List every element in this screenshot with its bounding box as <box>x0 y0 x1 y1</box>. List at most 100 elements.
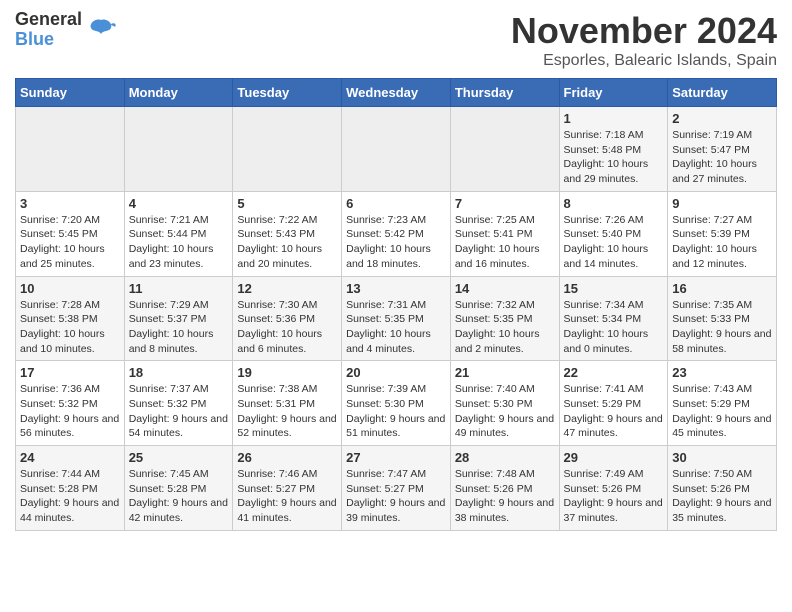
day-cell <box>342 107 451 192</box>
month-title: November 2024 <box>511 10 777 52</box>
day-cell: 15 Sunrise: 7:34 AM Sunset: 5:34 PM Dayli… <box>559 276 668 361</box>
day-cell: 21 Sunrise: 7:40 AM Sunset: 5:30 PM Dayli… <box>450 361 559 446</box>
day-number: 23 <box>672 365 772 380</box>
day-info: Sunrise: 7:32 AM Sunset: 5:35 PM Dayligh… <box>455 298 555 357</box>
day-cell: 25 Sunrise: 7:45 AM Sunset: 5:28 PM Dayli… <box>124 446 233 531</box>
day-number: 13 <box>346 281 446 296</box>
day-cell: 10 Sunrise: 7:28 AM Sunset: 5:38 PM Dayli… <box>16 276 125 361</box>
day-number: 1 <box>564 111 664 126</box>
day-cell: 16Sunrise: 7:35 AM Sunset: 5:33 PM Dayli… <box>668 276 777 361</box>
day-info: Sunrise: 7:26 AM Sunset: 5:40 PM Dayligh… <box>564 213 664 272</box>
day-info: Sunrise: 7:31 AM Sunset: 5:35 PM Dayligh… <box>346 298 446 357</box>
day-cell: 2Sunrise: 7:19 AM Sunset: 5:47 PM Daylig… <box>668 107 777 192</box>
logo-line1: General <box>15 9 82 29</box>
title-area: November 2024 Esporles, Balearic Islands… <box>511 10 777 70</box>
logo-text: General Blue <box>15 10 117 50</box>
week-row-4: 17 Sunrise: 7:36 AM Sunset: 5:32 PM Dayli… <box>16 361 777 446</box>
day-number: 29 <box>564 450 664 465</box>
day-info: Sunrise: 7:22 AM Sunset: 5:43 PM Dayligh… <box>237 213 337 272</box>
day-info: Sunrise: 7:20 AM Sunset: 5:45 PM Dayligh… <box>20 213 120 272</box>
day-info: Sunrise: 7:18 AM Sunset: 5:48 PM Dayligh… <box>564 128 664 187</box>
day-cell: 28 Sunrise: 7:48 AM Sunset: 5:26 PM Dayli… <box>450 446 559 531</box>
day-cell: 9 Sunrise: 7:27 AM Sunset: 5:39 PM Daylig… <box>668 191 777 276</box>
day-cell: 20 Sunrise: 7:39 AM Sunset: 5:30 PM Dayli… <box>342 361 451 446</box>
day-cell: 5Sunrise: 7:22 AM Sunset: 5:43 PM Daylig… <box>233 191 342 276</box>
day-info: Sunrise: 7:25 AM Sunset: 5:41 PM Dayligh… <box>455 213 555 272</box>
day-cell: 6Sunrise: 7:23 AM Sunset: 5:42 PM Daylig… <box>342 191 451 276</box>
day-info: Sunrise: 7:43 AM Sunset: 5:29 PM Dayligh… <box>672 382 772 441</box>
day-number: 30 <box>672 450 772 465</box>
page-container: General Blue November 2024 Esporles, Bal… <box>0 0 792 541</box>
col-header-monday: Monday <box>124 79 233 107</box>
day-number: 14 <box>455 281 555 296</box>
day-number: 22 <box>564 365 664 380</box>
day-cell <box>16 107 125 192</box>
col-header-tuesday: Tuesday <box>233 79 342 107</box>
day-cell: 8 Sunrise: 7:26 AM Sunset: 5:40 PM Daylig… <box>559 191 668 276</box>
day-cell <box>124 107 233 192</box>
day-cell: 3Sunrise: 7:20 AM Sunset: 5:45 PM Daylig… <box>16 191 125 276</box>
day-number: 18 <box>129 365 229 380</box>
day-cell: 1 Sunrise: 7:18 AM Sunset: 5:48 PM Daylig… <box>559 107 668 192</box>
day-cell: 18Sunrise: 7:37 AM Sunset: 5:32 PM Dayli… <box>124 361 233 446</box>
day-info: Sunrise: 7:29 AM Sunset: 5:37 PM Dayligh… <box>129 298 229 357</box>
day-info: Sunrise: 7:27 AM Sunset: 5:39 PM Dayligh… <box>672 213 772 272</box>
day-number: 21 <box>455 365 555 380</box>
day-info: Sunrise: 7:40 AM Sunset: 5:30 PM Dayligh… <box>455 382 555 441</box>
day-number: 28 <box>455 450 555 465</box>
calendar-table: SundayMondayTuesdayWednesdayThursdayFrid… <box>15 78 777 531</box>
day-cell: 17 Sunrise: 7:36 AM Sunset: 5:32 PM Dayli… <box>16 361 125 446</box>
day-number: 24 <box>20 450 120 465</box>
day-cell: 4Sunrise: 7:21 AM Sunset: 5:44 PM Daylig… <box>124 191 233 276</box>
day-cell: 23 Sunrise: 7:43 AM Sunset: 5:29 PM Dayli… <box>668 361 777 446</box>
day-info: Sunrise: 7:19 AM Sunset: 5:47 PM Dayligh… <box>672 128 772 187</box>
day-cell: 14 Sunrise: 7:32 AM Sunset: 5:35 PM Dayli… <box>450 276 559 361</box>
header-row: SundayMondayTuesdayWednesdayThursdayFrid… <box>16 79 777 107</box>
day-number: 10 <box>20 281 120 296</box>
day-info: Sunrise: 7:48 AM Sunset: 5:26 PM Dayligh… <box>455 467 555 526</box>
logo-line2: Blue <box>15 29 54 49</box>
day-number: 12 <box>237 281 337 296</box>
day-number: 15 <box>564 281 664 296</box>
day-info: Sunrise: 7:28 AM Sunset: 5:38 PM Dayligh… <box>20 298 120 357</box>
day-info: Sunrise: 7:39 AM Sunset: 5:30 PM Dayligh… <box>346 382 446 441</box>
day-info: Sunrise: 7:23 AM Sunset: 5:42 PM Dayligh… <box>346 213 446 272</box>
day-info: Sunrise: 7:30 AM Sunset: 5:36 PM Dayligh… <box>237 298 337 357</box>
day-number: 19 <box>237 365 337 380</box>
day-cell: 27 Sunrise: 7:47 AM Sunset: 5:27 PM Dayli… <box>342 446 451 531</box>
day-cell: 24 Sunrise: 7:44 AM Sunset: 5:28 PM Dayli… <box>16 446 125 531</box>
day-cell: 11 Sunrise: 7:29 AM Sunset: 5:37 PM Dayli… <box>124 276 233 361</box>
day-info: Sunrise: 7:49 AM Sunset: 5:26 PM Dayligh… <box>564 467 664 526</box>
day-number: 17 <box>20 365 120 380</box>
day-info: Sunrise: 7:41 AM Sunset: 5:29 PM Dayligh… <box>564 382 664 441</box>
day-info: Sunrise: 7:47 AM Sunset: 5:27 PM Dayligh… <box>346 467 446 526</box>
col-header-saturday: Saturday <box>668 79 777 107</box>
day-number: 20 <box>346 365 446 380</box>
day-cell: 13 Sunrise: 7:31 AM Sunset: 5:35 PM Dayli… <box>342 276 451 361</box>
day-info: Sunrise: 7:34 AM Sunset: 5:34 PM Dayligh… <box>564 298 664 357</box>
day-info: Sunrise: 7:36 AM Sunset: 5:32 PM Dayligh… <box>20 382 120 441</box>
logo: General Blue <box>15 10 117 50</box>
col-header-sunday: Sunday <box>16 79 125 107</box>
day-number: 25 <box>129 450 229 465</box>
col-header-wednesday: Wednesday <box>342 79 451 107</box>
day-number: 11 <box>129 281 229 296</box>
day-number: 7 <box>455 196 555 211</box>
header: General Blue November 2024 Esporles, Bal… <box>15 10 777 70</box>
day-number: 4 <box>129 196 229 211</box>
day-cell: 19 Sunrise: 7:38 AM Sunset: 5:31 PM Dayli… <box>233 361 342 446</box>
col-header-friday: Friday <box>559 79 668 107</box>
day-number: 27 <box>346 450 446 465</box>
day-info: Sunrise: 7:38 AM Sunset: 5:31 PM Dayligh… <box>237 382 337 441</box>
day-info: Sunrise: 7:44 AM Sunset: 5:28 PM Dayligh… <box>20 467 120 526</box>
day-number: 9 <box>672 196 772 211</box>
day-cell: 7 Sunrise: 7:25 AM Sunset: 5:41 PM Daylig… <box>450 191 559 276</box>
logo-bird-icon <box>85 14 117 46</box>
day-number: 8 <box>564 196 664 211</box>
day-cell <box>450 107 559 192</box>
day-cell <box>233 107 342 192</box>
week-row-1: 1 Sunrise: 7:18 AM Sunset: 5:48 PM Daylig… <box>16 107 777 192</box>
day-cell: 12 Sunrise: 7:30 AM Sunset: 5:36 PM Dayli… <box>233 276 342 361</box>
day-info: Sunrise: 7:45 AM Sunset: 5:28 PM Dayligh… <box>129 467 229 526</box>
day-number: 26 <box>237 450 337 465</box>
